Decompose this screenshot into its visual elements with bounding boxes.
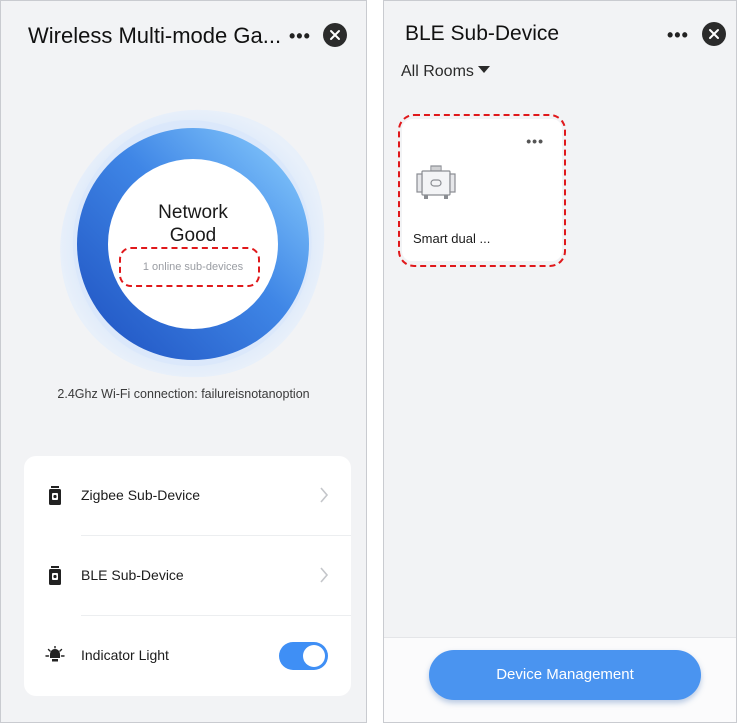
close-icon[interactable]: [702, 22, 726, 46]
gateway-icon: [49, 486, 61, 505]
menu-item-label: Indicator Light: [81, 647, 169, 663]
gateway-menu-card: Zigbee Sub-Device BLE Sub-Device Indicat…: [24, 456, 351, 696]
indicator-light-toggle[interactable]: [279, 642, 328, 670]
gateway-title: Wireless Multi-mode Ga...: [28, 23, 282, 48]
ble-panel-title: BLE Sub-Device: [405, 22, 560, 45]
ble-subdevice-panel: BLE Sub-Device ••• All Rooms ••• Smart d…: [383, 0, 737, 723]
menu-item-indicator-light: Indicator Light: [24, 616, 351, 696]
menu-item-label: Zigbee Sub-Device: [81, 487, 201, 503]
more-icon[interactable]: •••: [289, 27, 311, 45]
more-icon[interactable]: •••: [667, 26, 689, 44]
highlight-box-device: [398, 114, 566, 267]
menu-item-label: BLE Sub-Device: [81, 567, 184, 583]
toggle-knob: [303, 645, 325, 667]
caret-down-icon: [477, 66, 490, 73]
light-icon: [45, 646, 65, 662]
gateway-icon: [49, 566, 61, 585]
network-status-line1: Network: [158, 202, 228, 223]
rooms-filter-dropdown[interactable]: All Rooms: [401, 63, 490, 81]
rooms-filter-label: All Rooms: [401, 63, 474, 80]
close-icon[interactable]: [323, 23, 347, 47]
network-status-line2: Good: [169, 225, 217, 246]
device-management-button[interactable]: Device Management: [429, 650, 701, 700]
wifi-connection-status: 2.4Ghz Wi-Fi connection: failureisnotano…: [57, 387, 310, 401]
chevron-right-icon: [320, 567, 329, 583]
gateway-panel: Wireless Multi-mode Ga... ••• Network Go…: [0, 0, 367, 723]
highlight-box-subdevices: [119, 247, 260, 287]
menu-item-ble-subdevice[interactable]: BLE Sub-Device: [24, 536, 351, 616]
menu-item-zigbee-subdevice[interactable]: Zigbee Sub-Device: [24, 456, 351, 536]
bottom-action-bar: Device Management: [384, 637, 736, 722]
network-status-ring: Network Good 1 online sub-devices: [53, 104, 333, 384]
chevron-right-icon: [320, 487, 329, 503]
